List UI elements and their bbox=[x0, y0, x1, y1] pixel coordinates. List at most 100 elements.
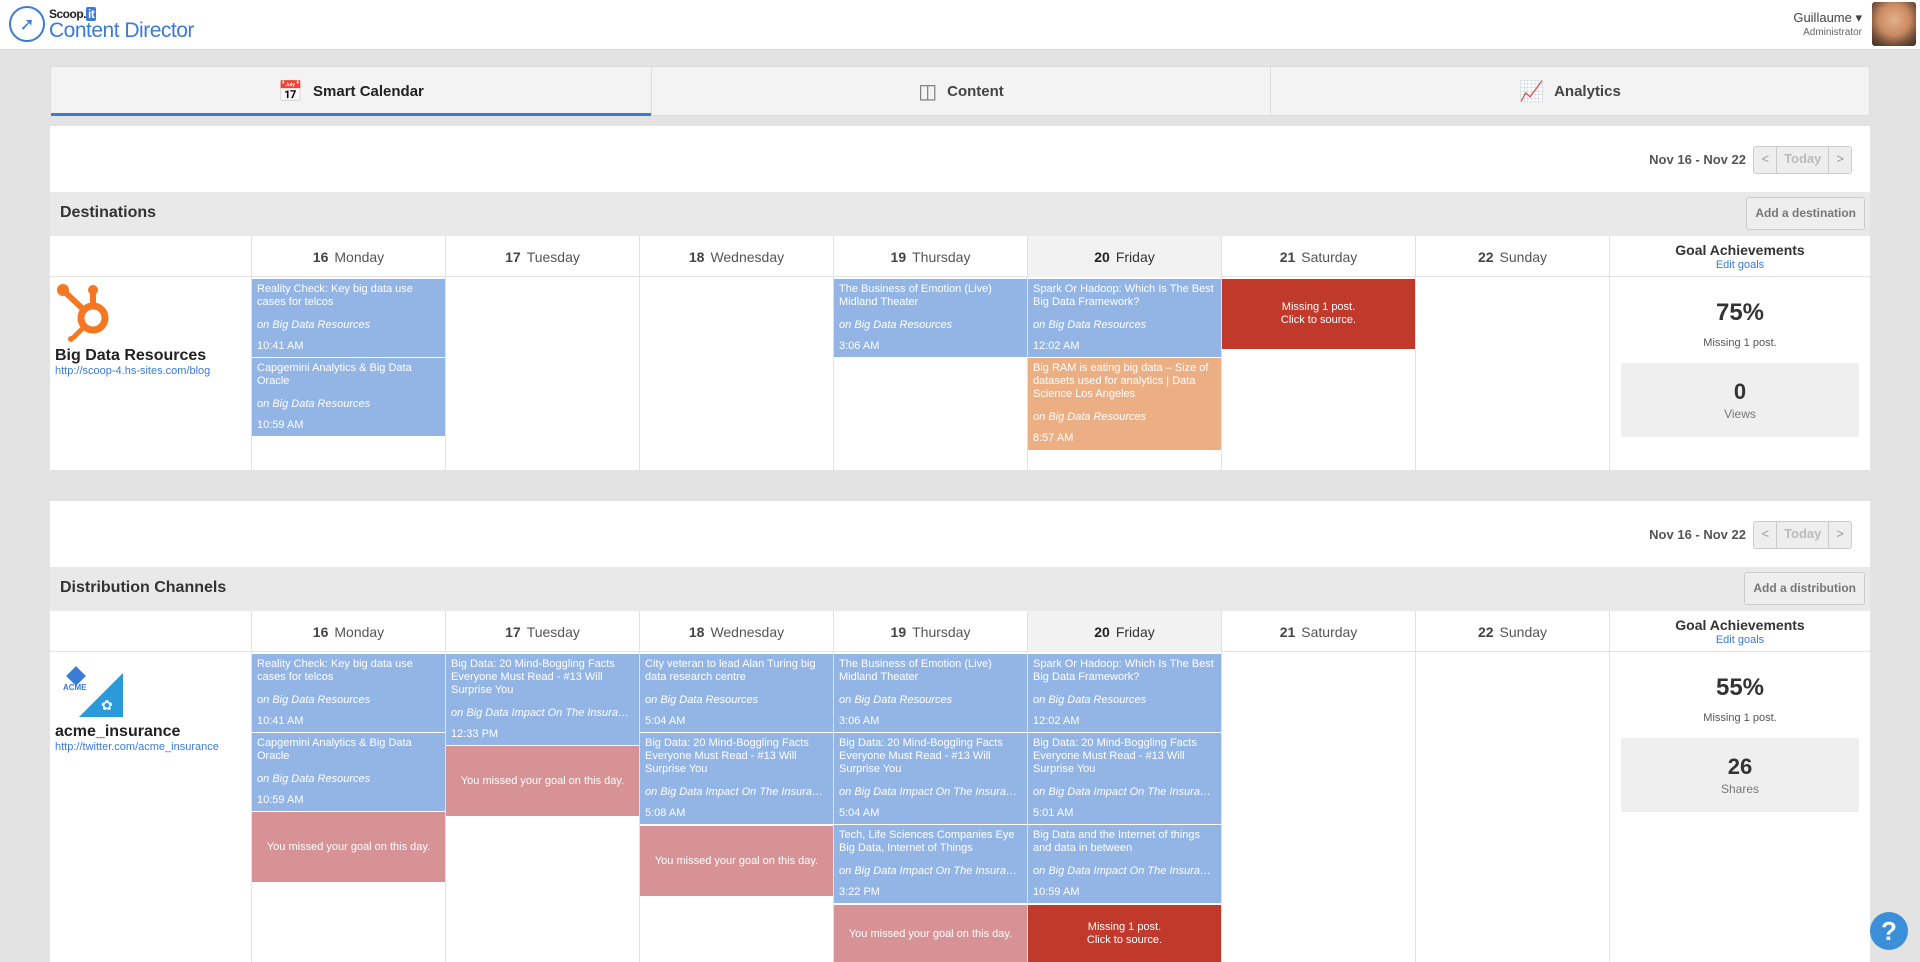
hubspot-icon bbox=[57, 284, 109, 342]
goal-missing-text: Missing 1 post. bbox=[1703, 337, 1777, 349]
sat-column bbox=[1221, 652, 1415, 962]
edit-goals-link[interactable]: Edit goals bbox=[1716, 259, 1764, 271]
add-distribution-button[interactable]: Add a distribution bbox=[1744, 572, 1865, 605]
post-card[interactable]: Big RAM is eating big data – Size of dat… bbox=[1028, 358, 1221, 450]
mon-column: Reality Check: Key big data use cases fo… bbox=[251, 652, 445, 962]
destination-url[interactable]: http://scoop-4.hs-sites.com/blog bbox=[55, 365, 210, 377]
post-card[interactable]: Capgemini Analytics & Big Data Oracle on… bbox=[252, 358, 445, 437]
date-range: Nov 16 - Nov 22 bbox=[1649, 527, 1746, 542]
mon-column: Reality Check: Key big data use cases fo… bbox=[251, 277, 445, 470]
today-button[interactable]: Today bbox=[1777, 522, 1830, 548]
add-destination-button[interactable]: Add a destination bbox=[1746, 197, 1865, 230]
tab-content[interactable]: ◫ Content bbox=[652, 67, 1271, 115]
post-card[interactable]: City veteran to lead Alan Turing big dat… bbox=[640, 654, 833, 733]
product-name: Content Director bbox=[49, 18, 194, 42]
missed-goal-alert[interactable]: You missed your goal on this day. bbox=[252, 812, 445, 882]
content-icon: ◫ bbox=[918, 80, 938, 103]
goal-summary: 75% Missing 1 post. 0 Views bbox=[1610, 299, 1870, 437]
post-card[interactable]: The Business of Emotion (Live) Midland T… bbox=[834, 279, 1027, 358]
goal-column: 75% Missing 1 post. 0 Views bbox=[1609, 277, 1870, 470]
destination-info: Big Data Resources http://scoop-4.hs-sit… bbox=[55, 280, 210, 377]
today-button[interactable]: Today bbox=[1777, 147, 1830, 173]
channels-panel: Nov 16 - Nov 22 < Today > Distribution C… bbox=[50, 501, 1870, 962]
stat-box: 26 Shares bbox=[1621, 738, 1859, 812]
destinations-panel: Nov 16 - Nov 22 < Today > Destinations A… bbox=[50, 126, 1870, 470]
day-header-mon: 16 Monday bbox=[251, 236, 445, 277]
post-card[interactable]: Spark Or Hadoop: Which Is The Best Big D… bbox=[1028, 654, 1221, 733]
missed-goal-alert[interactable]: You missed your goal on this day. bbox=[834, 905, 1027, 962]
goal-header: Goal Achievements Edit goals bbox=[1609, 611, 1870, 652]
goal-header: Goal Achievements Edit goals bbox=[1609, 236, 1870, 277]
stat-value: 0 bbox=[1733, 379, 1747, 404]
main-tabs: 📅 Smart Calendar ◫ Content 📈 Analytics bbox=[50, 66, 1870, 116]
post-card[interactable]: Spark Or Hadoop: Which Is The Best Big D… bbox=[1028, 279, 1221, 358]
post-card[interactable]: Big Data: 20 Mind-Boggling Facts Everyon… bbox=[640, 733, 833, 825]
tab-smart-calendar[interactable]: 📅 Smart Calendar bbox=[51, 67, 652, 116]
day-header-thu: 19 Thursday bbox=[833, 236, 1027, 277]
day-header-tue: 17 Tuesday bbox=[445, 236, 639, 277]
fri-column: Spark Or Hadoop: Which Is The Best Big D… bbox=[1027, 277, 1221, 470]
thu-column: The Business of Emotion (Live) Midland T… bbox=[833, 652, 1027, 962]
day-header-row: 16 Monday 17 Tuesday 18 Wednesday 19 Thursda… bbox=[50, 236, 1870, 277]
post-card[interactable]: Big Data and the Internet of things and … bbox=[1028, 825, 1221, 904]
day-header-sun: 22 Sunday bbox=[1415, 236, 1609, 277]
day-header-fri: 20 Friday bbox=[1027, 611, 1221, 652]
tab-analytics[interactable]: 📈 Analytics bbox=[1271, 67, 1869, 115]
app-logo[interactable]: ➚ Scoop. it Content Director bbox=[9, 6, 194, 42]
day-header-thu: 19 Thursday bbox=[833, 611, 1027, 652]
sun-column bbox=[1415, 652, 1609, 962]
post-card[interactable]: Reality Check: Key big data use cases fo… bbox=[252, 279, 445, 358]
analytics-icon: 📈 bbox=[1519, 80, 1545, 103]
day-header-sat: 21 Saturday bbox=[1221, 611, 1415, 652]
post-card[interactable]: Big Data: 20 Mind-Boggling Facts Everyon… bbox=[446, 654, 639, 746]
post-card[interactable]: The Business of Emotion (Live) Midland T… bbox=[834, 654, 1027, 733]
post-card[interactable]: Reality Check: Key big data use cases fo… bbox=[252, 654, 445, 733]
user-menu[interactable]: Guillaume ▾ Administrator bbox=[1793, 10, 1862, 38]
post-card[interactable]: Tech, Life Sciences Companies Eye Big Da… bbox=[834, 825, 1027, 904]
acme-twitter-icon: ACME ✿ bbox=[63, 666, 123, 723]
stat-label: Views bbox=[1724, 407, 1756, 421]
fri-column: Spark Or Hadoop: Which Is The Best Big D… bbox=[1027, 652, 1221, 962]
prev-week-button[interactable]: < bbox=[1754, 147, 1778, 173]
goal-summary: 55% Missing 1 post. 26 Shares bbox=[1610, 674, 1870, 812]
channel-url[interactable]: http://twitter.com/acme_insurance bbox=[55, 741, 219, 753]
next-week-button[interactable]: > bbox=[1829, 522, 1851, 548]
tue-column: Big Data: 20 Mind-Boggling Facts Everyon… bbox=[445, 652, 639, 962]
wed-column bbox=[639, 277, 833, 470]
post-card[interactable]: Big Data: 20 Mind-Boggling Facts Everyon… bbox=[1028, 733, 1221, 825]
calendar-icon: 📅 bbox=[278, 80, 304, 103]
missed-goal-alert[interactable]: You missed your goal on this day. bbox=[640, 826, 833, 896]
brand-name: Scoop. it bbox=[49, 6, 97, 21]
date-range: Nov 16 - Nov 22 bbox=[1649, 152, 1746, 167]
sat-column: Missing 1 post. Click to source. bbox=[1221, 277, 1415, 470]
missed-goal-alert[interactable]: You missed your goal on this day. bbox=[446, 746, 639, 816]
tue-column bbox=[445, 277, 639, 470]
sun-column bbox=[1415, 277, 1609, 470]
destinations-section-header: Destinations Add a destination bbox=[50, 192, 1870, 236]
post-card[interactable]: Capgemini Analytics & Big Data Oracle on… bbox=[252, 733, 445, 812]
day-header-tue: 17 Tuesday bbox=[445, 611, 639, 652]
avatar[interactable] bbox=[1872, 2, 1916, 46]
missing-post-alert[interactable]: Missing 1 post. Click to source. bbox=[1028, 905, 1221, 962]
user-name[interactable]: Guillaume ▾ bbox=[1793, 10, 1862, 26]
goal-percent: 55% bbox=[1715, 674, 1765, 701]
edit-goals-link[interactable]: Edit goals bbox=[1716, 634, 1764, 646]
day-header-sun: 22 Sunday bbox=[1415, 611, 1609, 652]
day-header-sat: 21 Saturday bbox=[1221, 236, 1415, 277]
post-card[interactable]: Big Data: 20 Mind-Boggling Facts Everyon… bbox=[834, 733, 1027, 825]
thu-column: The Business of Emotion (Live) Midland T… bbox=[833, 277, 1027, 470]
section-title: Destinations bbox=[60, 204, 157, 221]
goal-missing-text: Missing 1 post. bbox=[1703, 712, 1777, 724]
channels-section-header: Distribution Channels Add a distribution bbox=[50, 567, 1870, 611]
next-week-button[interactable]: > bbox=[1829, 147, 1851, 173]
prev-week-button[interactable]: < bbox=[1754, 522, 1778, 548]
wed-column: City veteran to lead Alan Turing big dat… bbox=[639, 652, 833, 962]
channel-name: acme_insurance bbox=[55, 723, 181, 740]
section-title: Distribution Channels bbox=[60, 579, 227, 596]
day-header-row: 16 Monday 17 Tuesday 18 Wednesday 19 Thursda… bbox=[50, 611, 1870, 652]
channel-info: ACME ✿ acme_insurance http://twitter.com… bbox=[55, 666, 219, 753]
day-header-fri: 20 Friday bbox=[1027, 236, 1221, 277]
help-button[interactable]: ? bbox=[1870, 912, 1908, 950]
missing-post-alert[interactable]: Missing 1 post. Click to source. bbox=[1222, 279, 1415, 349]
destination-name: Big Data Resources bbox=[55, 347, 207, 364]
